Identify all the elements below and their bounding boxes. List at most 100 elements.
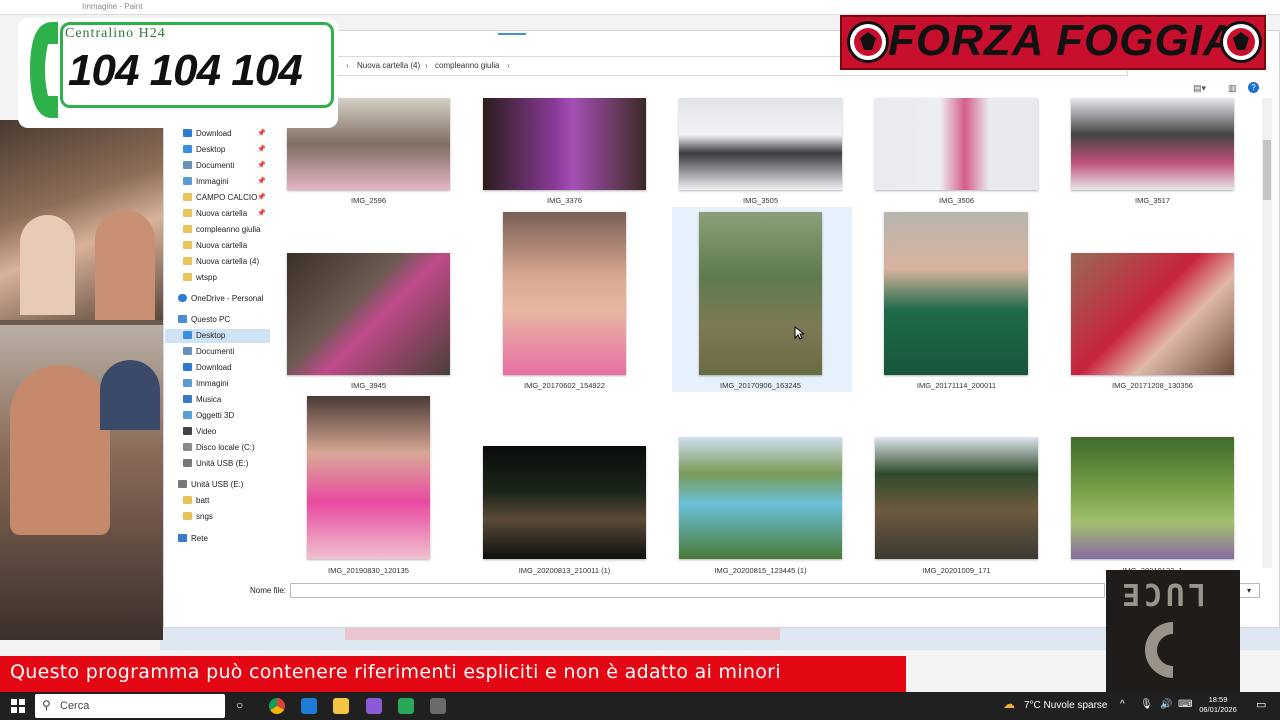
preview-pane-icon[interactable]: ▥ [1228, 83, 1237, 94]
nav-item-download[interactable]: Download 📌 [165, 127, 270, 141]
breadcrumb-separator: › [507, 61, 510, 70]
file-label[interactable]: IMG_3517 [1070, 196, 1235, 205]
nav-item-pc-download[interactable]: Download [165, 361, 270, 375]
file-label[interactable]: IMG_3376 [482, 196, 647, 205]
file-explorer-icon[interactable] [333, 698, 349, 714]
file-thumbnail[interactable] [1071, 437, 1234, 559]
breadcrumb-item[interactable]: compleanno giulia [435, 61, 500, 70]
nav-item-campo-calcio[interactable]: CAMPO CALCIO 📌 [165, 191, 270, 205]
task-view-icon[interactable]: ○ [236, 698, 243, 712]
usb-icon [183, 459, 192, 467]
nav-item-wtspp[interactable]: wtspp [165, 271, 270, 285]
chevron-down-icon: ▾ [1246, 586, 1251, 595]
file-thumbnail[interactable] [875, 98, 1038, 190]
file-thumbnail[interactable] [1071, 98, 1234, 190]
nav-item-questo-pc[interactable]: Questo PC [165, 313, 270, 327]
nav-item-onedrive[interactable]: OneDrive - Personal [165, 292, 270, 306]
collage-person [10, 365, 110, 535]
pin-icon: 📌 [257, 146, 266, 153]
nav-item-pc-video[interactable]: Video [165, 425, 270, 439]
clock-time: 18:59 [1208, 695, 1228, 704]
file-label[interactable]: IMG_20171208_130356 [1070, 381, 1235, 390]
file-label[interactable]: IMG_20201009_171 [874, 566, 1039, 575]
file-label[interactable]: IMG_3945 [286, 381, 451, 390]
nav-item-pc-desktop[interactable]: Desktop [165, 329, 270, 343]
nav-item-pc-immagini[interactable]: Immagini [165, 377, 270, 391]
file-label[interactable]: IMG_20200813_210011 (1) [482, 566, 647, 575]
chrome-icon[interactable] [269, 698, 285, 714]
nav-item-batt[interactable]: batt [165, 494, 270, 508]
search-placeholder: Cerca [60, 700, 90, 712]
luce-emblem-icon [1145, 622, 1193, 678]
clock-date: 06/01/2026 [1199, 705, 1237, 714]
folder-icon [183, 512, 192, 520]
volume-icon[interactable]: 🔊 [1160, 699, 1172, 710]
edge-icon[interactable] [301, 698, 317, 714]
nav-item-rete[interactable]: Rete [165, 532, 270, 546]
file-label[interactable]: IMG_3506 [874, 196, 1039, 205]
file-thumbnail[interactable] [679, 98, 842, 190]
keyboard-icon[interactable]: ⌨ [1178, 699, 1192, 710]
microphone-icon[interactable]: 🎙 [1140, 699, 1153, 710]
whatsapp-icon[interactable] [398, 698, 414, 714]
nav-item-documenti[interactable]: Documenti 📌 [165, 159, 270, 173]
nav-item-usb[interactable]: Unità USB (E:) [165, 478, 270, 492]
help-icon[interactable]: ? [1248, 82, 1259, 93]
notifications-icon[interactable]: ▭ [1256, 698, 1266, 711]
file-thumbnail[interactable] [875, 437, 1038, 559]
taskbar-clock[interactable]: 18:59 06/01/2026 [1196, 695, 1240, 715]
nav-item-pc-musica[interactable]: Musica [165, 393, 270, 407]
file-thumbnail[interactable] [503, 212, 626, 375]
desktop-icon [183, 145, 192, 153]
windows-start-icon[interactable] [11, 699, 25, 713]
file-thumbnail[interactable] [287, 253, 450, 375]
content-warning-text: Questo programma può contenere riferimen… [10, 661, 781, 683]
pin-icon: 📌 [257, 210, 266, 217]
file-label[interactable]: IMG_20190830_120135 [286, 566, 451, 575]
phone-icon [30, 22, 58, 118]
forza-foggia-text: FORZA FOGGIA [888, 16, 1236, 65]
file-thumbnail[interactable] [699, 212, 822, 375]
collage-person [20, 215, 75, 315]
nav-item-compleanno-giulia[interactable]: compleanno giulia [165, 223, 270, 237]
file-label[interactable]: IMG_2596 [286, 196, 451, 205]
view-mode-icon[interactable]: ▤▾ [1193, 83, 1206, 94]
drive-icon [183, 443, 192, 451]
file-thumbnail[interactable] [884, 212, 1028, 375]
chevron-up-icon[interactable]: ^ [1120, 699, 1125, 710]
scrollbar-thumb[interactable] [1263, 140, 1271, 200]
file-thumbnail[interactable] [483, 98, 646, 190]
nav-item-desktop[interactable]: Desktop 📌 [165, 143, 270, 157]
file-thumbnail[interactable] [307, 396, 430, 559]
file-label[interactable]: IMG_20170906_163245 [678, 381, 843, 390]
filename-input[interactable] [290, 583, 1105, 598]
breadcrumb-separator: › [346, 61, 349, 70]
file-label[interactable]: IMG_20170602_154922 [482, 381, 647, 390]
paint-icon[interactable] [430, 698, 446, 714]
folder-icon [183, 225, 192, 233]
search-icon: ⚲ [42, 698, 51, 712]
nav-item-nuova-cartella-4[interactable]: Nuova cartella (4) [165, 255, 270, 269]
nav-item-pc-oggetti-3d[interactable]: Oggetti 3D [165, 409, 270, 423]
weather-text[interactable]: 7°C Nuvole sparse [1024, 700, 1107, 711]
file-thumbnail[interactable] [483, 446, 646, 559]
luce-logo-text: LUCE [1118, 576, 1207, 611]
centralino-title: Centralino H24 [65, 26, 166, 41]
file-label[interactable]: IMG_20171114_200011 [874, 381, 1039, 390]
nav-item-pc-disco-c[interactable]: Disco locale (C:) [165, 441, 270, 455]
file-thumbnail[interactable] [1071, 253, 1234, 375]
nav-item-sngs[interactable]: sngs [165, 510, 270, 524]
nav-item-nuova-cartella-2[interactable]: Nuova cartella [165, 239, 270, 253]
folder-icon [183, 193, 192, 201]
file-thumbnail[interactable] [679, 437, 842, 559]
filetype-dropdown[interactable]: ▾ [1238, 583, 1260, 598]
file-label[interactable]: IMG_20200815_123445 (1) [678, 566, 843, 575]
nav-item-nuova-cartella[interactable]: Nuova cartella 📌 [165, 207, 270, 221]
nav-item-immagini[interactable]: Immagini 📌 [165, 175, 270, 189]
file-label[interactable]: IMG_3505 [678, 196, 843, 205]
breadcrumb-item[interactable]: Nuova cartella (4) [357, 61, 420, 70]
app-icon[interactable] [366, 698, 382, 714]
nav-item-pc-documenti[interactable]: Documenti [165, 345, 270, 359]
nav-item-pc-usb[interactable]: Unità USB (E:) [165, 457, 270, 471]
pin-icon: 📌 [257, 178, 266, 185]
